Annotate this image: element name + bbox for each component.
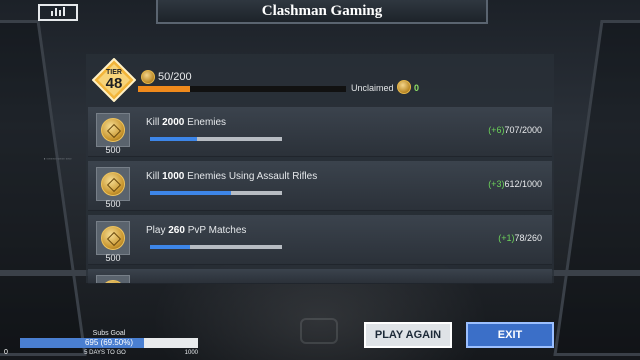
medal-icon: [101, 118, 125, 142]
mission-reward-icon: [96, 113, 130, 147]
mission-reward: 500: [105, 145, 121, 155]
mission-progress-bar: [150, 137, 282, 141]
coin-icon: [141, 70, 155, 84]
bar-chart-icon: [51, 7, 65, 16]
mission-count: (+1)78/260: [498, 233, 542, 243]
subs-goal-title: Subs Goal: [92, 330, 126, 337]
subs-goal-days: 5 DAYS TO GO: [84, 350, 126, 356]
stats-menu-button[interactable]: [38, 4, 78, 21]
medal-icon: [101, 280, 125, 283]
mission-count: (+6)707/2000: [488, 125, 542, 135]
mission-reward-icon: [96, 275, 130, 283]
mission-count: (+3)612/1000: [488, 179, 542, 189]
left-hangar-frame: [0, 20, 87, 356]
mission-title: Kill 2000 Enemies: [146, 117, 227, 128]
unclaimed-value: 0: [414, 83, 420, 93]
play-again-button[interactable]: PLAY AGAIN: [364, 322, 452, 348]
right-hangar-frame: [553, 20, 640, 356]
tier-progress-bar: [138, 86, 346, 92]
medal-icon: [101, 226, 125, 250]
mission-row[interactable]: 500 Kill 2000 Enemies (+6)707/2000: [88, 107, 552, 157]
mission-reward: 500: [105, 199, 121, 209]
medal-icon: [101, 172, 125, 196]
overlay-note: ▪ ▫▫▫▫▫▫▫ ▫▫▫▫▫ ▫▫▫▫: [44, 156, 72, 161]
mission-reward-icon: [96, 221, 130, 255]
subs-goal-max: 1000: [184, 350, 198, 356]
subs-goal-value: 695 (69.50%): [84, 338, 134, 347]
floor-emblem: [300, 318, 338, 344]
subs-goal-widget: Subs Goal 695 (69.50%) 5 DAYS TO GO 1000…: [4, 330, 198, 360]
mission-title: Play 260 PvP Matches: [146, 225, 247, 236]
left-beam: [0, 270, 90, 276]
mission-progress-bar: [150, 191, 282, 195]
channel-banner: Clashman Gaming: [156, 0, 488, 24]
mission-reward: 500: [105, 253, 121, 263]
unclaimed-coin-icon: [397, 80, 411, 94]
mission-progress-fill: [150, 137, 197, 141]
mission-progress-bar: [150, 245, 282, 249]
mission-reward-icon: [96, 167, 130, 201]
right-beam: [550, 270, 640, 276]
mission-row-partial[interactable]: [88, 269, 552, 284]
mission-title: Kill 1000 Enemies Using Assault Rifles: [146, 171, 318, 182]
mission-row[interactable]: 500 Kill 1000 Enemies Using Assault Rifl…: [88, 161, 552, 211]
tier-badge: TIER 48: [91, 57, 137, 103]
channel-title: Clashman Gaming: [261, 2, 383, 19]
mission-progress-fill: [150, 191, 231, 195]
unclaimed-label: Unclaimed: [351, 83, 394, 93]
subs-goal-min: 0: [4, 349, 8, 356]
mission-row[interactable]: 500 Play 260 PvP Matches (+1)78/260: [88, 215, 552, 265]
tier-value: 48: [105, 75, 123, 92]
exit-button[interactable]: EXIT: [466, 322, 554, 348]
mission-progress-fill: [150, 245, 190, 249]
tier-progress-fill: [138, 86, 190, 92]
tier-progress-text: 50/200: [158, 71, 192, 83]
